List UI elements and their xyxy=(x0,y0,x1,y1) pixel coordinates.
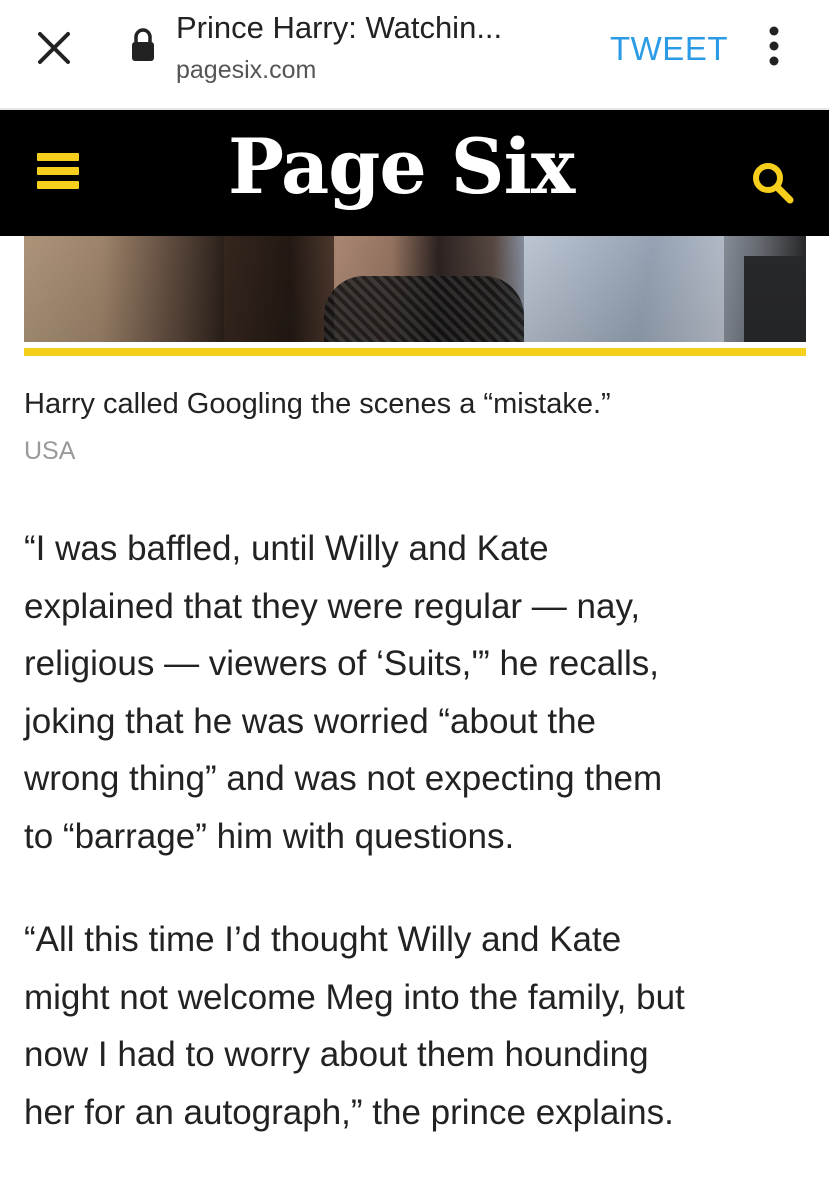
browser-toolbar: Prince Harry: Watchin... pagesix.com TWE… xyxy=(0,0,829,110)
hamburger-menu-icon[interactable] xyxy=(37,153,79,199)
paragraph-line: “All this time I’d thought Willy and Kat… xyxy=(24,920,622,959)
paragraph-line: “I was baffled, until Willy and Kate xyxy=(24,529,549,568)
paragraph-line: to “barrage” him with questions. xyxy=(24,816,515,856)
photo-credit: USA xyxy=(24,437,76,465)
search-icon[interactable] xyxy=(748,158,798,208)
site-logo[interactable]: Page Six xyxy=(228,122,575,211)
article-photo xyxy=(24,236,806,342)
article-paragraph: “All this time I’d thought Willy and Kat… xyxy=(24,911,814,1141)
article-paragraph: “I was baffled, until Willy and Kate exp… xyxy=(24,520,814,865)
image-divider xyxy=(24,348,806,356)
tweet-button[interactable]: TWEET xyxy=(610,30,728,68)
paragraph-line: might not welcome Meg into the family, b… xyxy=(24,977,685,1017)
close-icon xyxy=(38,32,70,64)
paragraph-line: her for an autograph,” the prince explai… xyxy=(24,1092,674,1132)
tab-title: Prince Harry: Watchin... xyxy=(176,10,503,45)
paragraph-line: wrong thing” and was not expecting them xyxy=(24,759,663,798)
lock-icon xyxy=(132,28,154,61)
page-url[interactable]: pagesix.com xyxy=(176,56,316,85)
paragraph-line: explained that they were regular — nay, xyxy=(24,586,641,626)
close-button[interactable] xyxy=(32,26,76,70)
photo-caption: Harry called Googling the scenes a “mist… xyxy=(24,388,611,420)
site-header: Page Six xyxy=(0,110,829,236)
paragraph-line: joking that he was worried “about the xyxy=(24,701,596,741)
paragraph-line: now I had to worry about them hounding xyxy=(24,1035,649,1074)
more-vertical-icon[interactable] xyxy=(760,24,788,68)
paragraph-line: religious — viewers of ‘Suits,'” he reca… xyxy=(24,644,659,683)
